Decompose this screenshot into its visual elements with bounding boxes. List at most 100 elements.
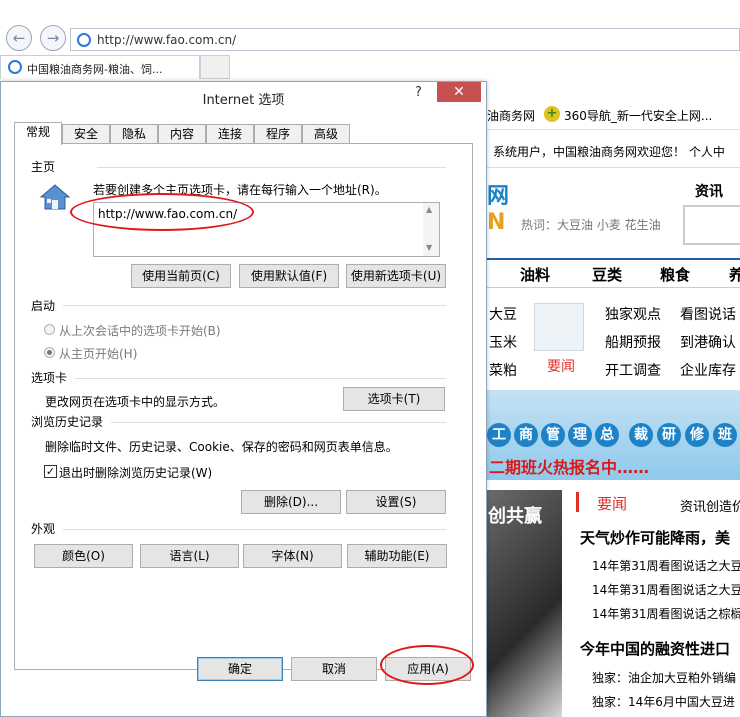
dialog-titlebar[interactable]: Internet 选项 ? ✕	[1, 82, 486, 112]
internet-options-dialog: Internet 选项 ? ✕ 常规 安全 隐私 内容 连接 程序 高级 主页 …	[0, 81, 487, 717]
nav-item[interactable]: 养	[729, 264, 740, 285]
headline[interactable]: 天气炒作可能降雨，美	[580, 527, 730, 548]
site-link[interactable]: 船期预报	[605, 332, 661, 352]
tabs-settings-button[interactable]: 选项卡(T)	[343, 387, 445, 411]
site-link[interactable]: 开工调查	[605, 360, 661, 380]
site-link[interactable]: 到港确认	[680, 332, 736, 352]
news-item[interactable]: 14年第31周看图说话之大豆	[592, 557, 740, 574]
banner-char: 裁	[629, 423, 653, 447]
search-input[interactable]	[683, 205, 740, 245]
nav-item[interactable]: 粮食	[660, 264, 690, 285]
yaowen-label[interactable]: 要闻	[547, 356, 575, 376]
home-section-title: 主页	[31, 160, 56, 174]
news-item[interactable]: 独家：油企加大豆粕外销编	[592, 669, 736, 686]
history-section-title: 浏览历史记录	[31, 415, 104, 429]
favorite-link[interactable]: 油商务网	[487, 107, 535, 124]
divider	[111, 422, 446, 423]
new-tab-button[interactable]	[200, 55, 230, 79]
startup-home-radio[interactable]	[44, 347, 55, 358]
banner-char: 商	[514, 423, 538, 447]
address-text: http://www.fao.com.cn/	[97, 33, 237, 47]
banner-char: 研	[657, 423, 681, 447]
history-description: 删除临时文件、历史记录、Cookie、保存的密码和网页表单信息。	[45, 440, 398, 454]
favorites-bar: 油商务网 + 360导航_新一代安全上网...	[487, 100, 740, 130]
startup-last-session-label: 从上次会话中的选项卡开始(B)	[59, 324, 221, 338]
logo-fragment: 网	[487, 184, 510, 209]
tab-general[interactable]: 常规	[14, 122, 62, 145]
logo-fragment: N	[487, 210, 506, 235]
banner-char: 理	[568, 423, 592, 447]
delete-on-exit-checkbox[interactable]: ✓	[44, 465, 57, 478]
banner-char: 总	[595, 423, 619, 447]
world-map-icon[interactable]	[534, 303, 584, 351]
colors-button[interactable]: 颜色(O)	[34, 544, 133, 568]
left-list-item[interactable]: 大豆	[489, 304, 517, 324]
dialog-title: Internet 选项	[202, 93, 285, 108]
use-default-button[interactable]: 使用默认值(F)	[239, 264, 339, 288]
divider	[63, 305, 446, 306]
forward-icon[interactable]: →	[40, 25, 66, 51]
history-settings-button[interactable]: 设置(S)	[346, 490, 446, 514]
site-link[interactable]: 独家观点	[605, 304, 661, 324]
tab-security[interactable]: 安全	[62, 124, 110, 144]
tab-content[interactable]: 内容	[158, 124, 206, 144]
divider	[75, 378, 446, 379]
tab-programs[interactable]: 程序	[254, 124, 302, 144]
scroll-down-icon[interactable]: ▼	[426, 243, 432, 252]
delete-on-exit-label: 退出时删除浏览历史记录(W)	[59, 466, 213, 480]
banner-char: 管	[541, 423, 565, 447]
use-new-tab-button[interactable]: 使用新选项卡(U)	[346, 264, 446, 288]
browser-tab[interactable]: 中国粮油商务网-粮油、饲...	[0, 55, 200, 79]
left-list-item[interactable]: 菜粕	[489, 360, 517, 380]
site-link[interactable]: 看图说话	[680, 304, 736, 324]
tabs-section-title: 选项卡	[31, 371, 68, 385]
nav-item[interactable]: 油料	[520, 264, 550, 285]
help-icon[interactable]: ?	[415, 85, 422, 100]
left-list-item[interactable]: 玉米	[489, 332, 517, 352]
welcome-bar: 系统用户，中国粮油商务网欢迎您！ 个人中	[487, 132, 740, 168]
banner-subtitle: 二期班火热报名中……	[489, 458, 650, 477]
site-link[interactable]: 企业库存	[680, 360, 736, 380]
tab-connections[interactable]: 连接	[206, 124, 254, 144]
use-current-button[interactable]: 使用当前页(C)	[131, 264, 231, 288]
site-nav: 油料 豆类 粮食 养	[487, 258, 740, 288]
accessibility-button[interactable]: 辅助功能(E)	[347, 544, 447, 568]
tab-advanced[interactable]: 高级	[302, 124, 350, 144]
photo-text: 创共赢	[488, 506, 542, 527]
favorite-link[interactable]: 360导航_新一代安全上网...	[564, 107, 712, 124]
section-marker	[576, 492, 579, 512]
tab-privacy[interactable]: 隐私	[110, 124, 158, 144]
annotation-circle-url	[70, 193, 254, 231]
section-title[interactable]: 要闻	[597, 493, 627, 514]
ok-button[interactable]: 确定	[197, 657, 283, 681]
delete-history-button[interactable]: 删除(D)...	[241, 490, 341, 514]
scroll-up-icon[interactable]: ▲	[426, 205, 432, 214]
startup-section-title: 启动	[31, 299, 56, 313]
divider	[97, 167, 446, 168]
startup-home-label: 从主页开始(H)	[59, 347, 138, 361]
headline[interactable]: 今年中国的融资性进口	[580, 638, 730, 659]
news-tab[interactable]: 资讯	[695, 181, 723, 201]
hot-words: 热词：大豆油 小麦 花生油	[521, 218, 661, 232]
languages-button[interactable]: 语言(L)	[140, 544, 239, 568]
address-bar[interactable]: http://www.fao.com.cn/	[70, 28, 740, 51]
browser-chrome: ← → http://www.fao.com.cn/ 中国粮油商务网-粮油、饲.…	[0, 0, 740, 80]
divider	[63, 529, 446, 530]
news-item[interactable]: 14年第31周看图说话之棕榈	[592, 605, 740, 622]
cancel-button[interactable]: 取消	[291, 657, 377, 681]
welcome-text: 系统用户，中国粮油商务网欢迎您！ 个人中	[493, 145, 725, 159]
news-item[interactable]: 14年第31周看图说话之大豆	[592, 581, 740, 598]
banner-char: 工	[487, 423, 511, 447]
banner-char: 班	[713, 423, 737, 447]
section-more[interactable]: 资讯创造价	[680, 496, 740, 515]
scrollbar[interactable]: ▲ ▼	[423, 203, 439, 256]
annotation-circle-apply	[380, 645, 474, 685]
news-item[interactable]: 独家：14年6月中国大豆进	[592, 693, 735, 710]
close-icon[interactable]: ✕	[437, 82, 481, 102]
nav-item[interactable]: 豆类	[592, 264, 622, 285]
back-icon[interactable]: ←	[6, 25, 32, 51]
fonts-button[interactable]: 字体(N)	[243, 544, 342, 568]
tab-favicon-icon	[8, 60, 22, 74]
startup-last-session-radio[interactable]	[44, 324, 55, 335]
house-icon	[39, 183, 71, 211]
